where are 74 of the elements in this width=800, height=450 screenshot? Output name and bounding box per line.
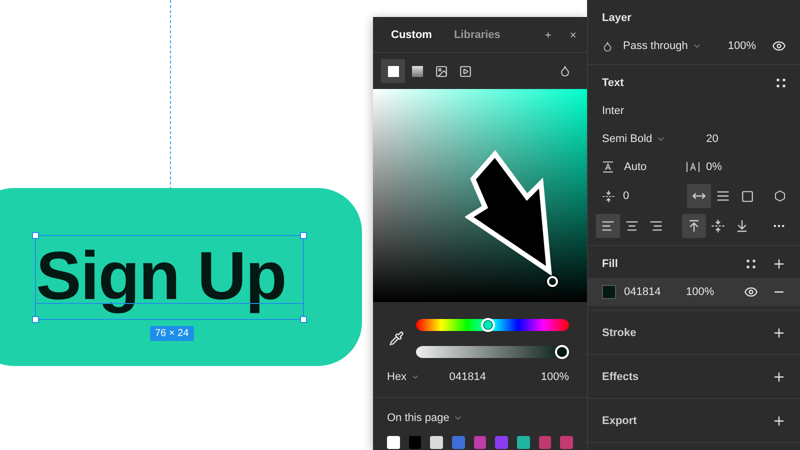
- blend-mode-select[interactable]: Pass through: [623, 40, 688, 52]
- align-middle-icon[interactable]: [711, 219, 725, 233]
- color-swatch[interactable]: [452, 436, 465, 449]
- eyedropper-icon[interactable]: [389, 331, 404, 346]
- hue-thumb[interactable]: [481, 318, 496, 332]
- color-swatch[interactable]: [474, 436, 486, 449]
- align-left-button[interactable]: [596, 214, 620, 238]
- picker-tab[interactable]: Custom: [391, 28, 432, 40]
- color-swatch[interactable]: [517, 436, 530, 449]
- add-icon[interactable]: [772, 257, 786, 271]
- add-icon[interactable]: [772, 370, 786, 384]
- gradient-square-icon[interactable]: [412, 66, 422, 76]
- layer-opacity[interactable]: 100%: [728, 40, 756, 52]
- resize-handle[interactable]: [300, 316, 307, 323]
- image-icon[interactable]: [434, 64, 448, 78]
- align-center-icon[interactable]: [625, 219, 639, 233]
- color-swatch[interactable]: [495, 436, 508, 449]
- add-icon[interactable]: [772, 414, 786, 428]
- section-title: Layer: [602, 12, 632, 24]
- align-right-icon[interactable]: [649, 219, 663, 233]
- color-swatch[interactable]: [430, 436, 444, 449]
- color-swatch[interactable]: [387, 436, 400, 449]
- opacity-input[interactable]: 100%: [540, 371, 569, 383]
- square-icon[interactable]: [740, 190, 754, 202]
- line-height-icon: [602, 161, 614, 173]
- hex-input[interactable]: 041814: [449, 371, 541, 383]
- section-title: Export: [602, 414, 637, 426]
- align-top-button[interactable]: [682, 214, 706, 238]
- eye-icon[interactable]: [744, 285, 758, 299]
- swatches-title[interactable]: On this page: [387, 412, 450, 424]
- resize-handle[interactable]: [32, 316, 39, 323]
- lines-icon[interactable]: [716, 189, 730, 203]
- hue-slider[interactable]: [416, 318, 569, 332]
- saturation-brightness-area[interactable]: [373, 89, 587, 302]
- play-icon[interactable]: [458, 64, 472, 78]
- grid-dots-icon[interactable]: [746, 259, 756, 269]
- solid-fill-button[interactable]: [381, 59, 405, 83]
- letter-spacing-icon: [686, 161, 700, 173]
- section-title: Text: [602, 77, 624, 89]
- blend-icon: [602, 40, 613, 52]
- fill-opacity[interactable]: 100%: [686, 286, 714, 298]
- grid-dots-icon[interactable]: [776, 78, 786, 88]
- color-swatch[interactable]: [408, 436, 422, 449]
- size-label: 76 × 24: [150, 326, 194, 341]
- solid-square-icon[interactable]: [388, 66, 398, 76]
- eye-icon[interactable]: [772, 39, 786, 53]
- color-swatch[interactable]: [560, 436, 574, 449]
- font-weight-select[interactable]: Semi Bold: [602, 133, 652, 145]
- font-family[interactable]: Inter: [602, 105, 624, 117]
- align-left-icon[interactable]: [601, 219, 615, 233]
- letter-spacing[interactable]: 0%: [706, 161, 722, 173]
- line-height[interactable]: Auto: [624, 161, 686, 173]
- hexagon-icon[interactable]: [774, 190, 786, 202]
- align-bottom-icon[interactable]: [735, 219, 749, 233]
- blend-icon[interactable]: [559, 65, 571, 77]
- fill-color-chip[interactable]: [602, 285, 616, 299]
- opacity-slider[interactable]: [416, 345, 569, 359]
- opacity-thumb[interactable]: [555, 345, 569, 359]
- color-swatch[interactable]: [538, 436, 552, 449]
- fill-hex[interactable]: 041814: [624, 286, 686, 298]
- align-top-icon[interactable]: [687, 219, 701, 233]
- auto-width-button[interactable]: [687, 184, 711, 208]
- section-title: Fill: [602, 258, 618, 270]
- resize-handle[interactable]: [32, 232, 39, 239]
- color-handle[interactable]: [547, 276, 558, 287]
- resize-handle[interactable]: [300, 232, 307, 239]
- paragraph-spacing-icon: [602, 190, 615, 202]
- picker-tab[interactable]: Libraries: [454, 28, 500, 40]
- section-title: Stroke: [602, 326, 636, 338]
- section-title: Effects: [602, 370, 639, 382]
- font-size[interactable]: 20: [706, 133, 718, 145]
- add-icon[interactable]: [772, 326, 786, 340]
- paragraph-spacing[interactable]: 0: [623, 190, 687, 202]
- color-format-select[interactable]: Hex: [387, 371, 407, 383]
